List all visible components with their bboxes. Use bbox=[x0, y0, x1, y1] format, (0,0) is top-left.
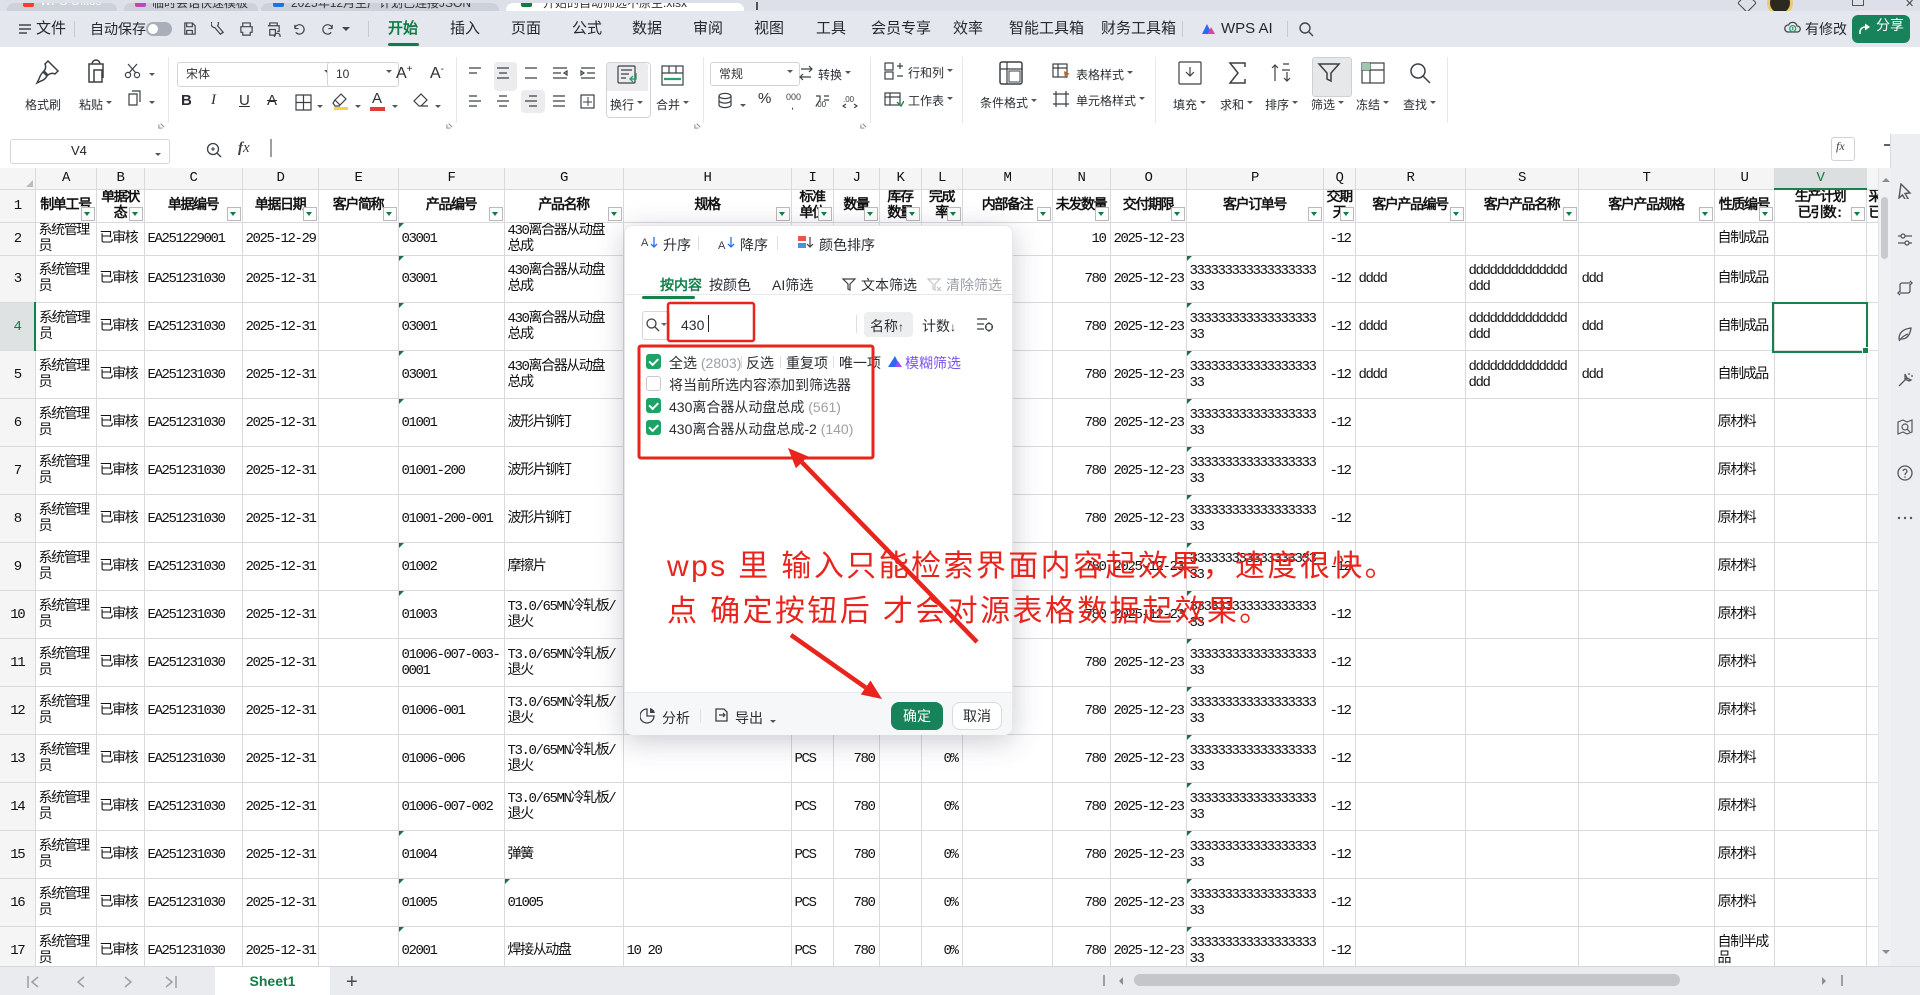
svg-text:.00: .00 bbox=[843, 95, 855, 104]
svg-text:A: A bbox=[718, 240, 726, 252]
svg-text:,: , bbox=[791, 100, 794, 110]
svg-text:.00: .00 bbox=[815, 100, 827, 108]
svg-text:A: A bbox=[641, 237, 649, 249]
